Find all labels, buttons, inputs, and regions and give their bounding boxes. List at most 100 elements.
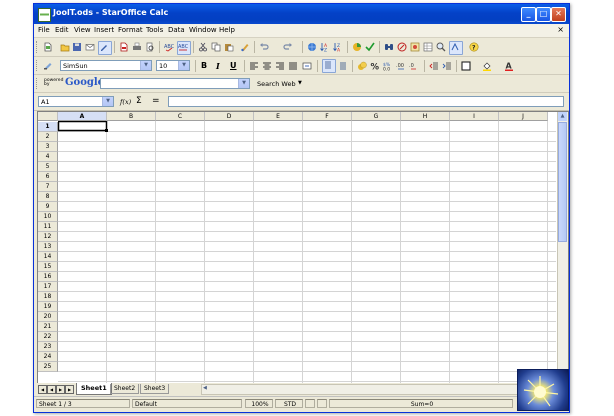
font-name-select[interactable]: SimSun ▼ [60, 60, 152, 71]
zoom-icon[interactable] [436, 42, 446, 52]
sheet-tab-sheet1[interactable]: Sheet1 [76, 383, 112, 395]
print-preview-icon[interactable] [145, 42, 155, 52]
row-header-24[interactable]: 24 [38, 352, 58, 362]
align-left-icon[interactable] [249, 61, 259, 71]
spellcheck-icon[interactable]: ABC [164, 42, 174, 52]
bold-button[interactable]: B [201, 61, 207, 70]
status-selection-mode[interactable]: STD [275, 399, 303, 408]
increase-indent-icon[interactable] [442, 61, 452, 71]
column-header-f[interactable]: F [303, 112, 352, 121]
paste-icon[interactable] [224, 42, 234, 52]
merge-cells-icon[interactable] [302, 61, 312, 71]
formula-input[interactable] [168, 96, 564, 107]
decrease-indent-icon[interactable] [429, 61, 439, 71]
navigator-icon[interactable] [397, 42, 407, 52]
font-size-select[interactable]: 10 ▼ [156, 60, 190, 71]
clone-formatting-icon[interactable] [240, 42, 250, 52]
column-header-a[interactable]: A [58, 112, 107, 121]
chevron-down-icon[interactable]: ▼ [140, 61, 151, 70]
copy-icon[interactable] [211, 42, 221, 52]
column-header-i[interactable]: I [450, 112, 499, 121]
menu-insert[interactable]: Insert [94, 26, 114, 34]
chevron-down-icon[interactable]: ▼ [178, 61, 189, 70]
sheet-tab-sheet2[interactable]: Sheet2 [110, 384, 140, 394]
column-header-b[interactable]: B [107, 112, 156, 121]
align-right-icon[interactable] [275, 61, 285, 71]
function-wizard-icon[interactable]: f(x) [120, 98, 131, 106]
borders-icon[interactable] [461, 61, 471, 71]
insert-chart-icon[interactable] [352, 42, 362, 52]
row-header-22[interactable]: 22 [38, 332, 58, 342]
save-icon[interactable] [72, 42, 82, 52]
title-bar[interactable]: JoolT.ods - StarOffice Calc _ □ ✕ [34, 4, 569, 24]
chevron-down-icon[interactable]: ▼ [102, 97, 113, 106]
font-color-icon[interactable]: A [504, 61, 514, 71]
row-header-12[interactable]: 12 [38, 232, 58, 242]
row-header-7[interactable]: 7 [38, 182, 58, 192]
menu-help[interactable]: Help [219, 26, 235, 34]
redo-icon[interactable] [283, 42, 293, 52]
print-icon[interactable] [132, 42, 142, 52]
row-header-25[interactable]: 25 [38, 362, 58, 372]
undo-icon[interactable] [259, 42, 269, 52]
help-agent-icon[interactable] [449, 41, 463, 55]
export-pdf-icon[interactable] [119, 42, 129, 52]
row-header-16[interactable]: 16 [38, 272, 58, 282]
row-header-19[interactable]: 19 [38, 302, 58, 312]
spreadsheet-grid[interactable]: ABCDEFGHIJ 1 2 3 4 5 6 7 8 9 10 11 12 13 14 15 16 17 18 19… [37, 111, 569, 385]
menu-view[interactable]: View [74, 26, 91, 34]
row-header-20[interactable]: 20 [38, 312, 58, 322]
row-header-13[interactable]: 13 [38, 242, 58, 252]
row-header-5[interactable]: 5 [38, 162, 58, 172]
maximize-button[interactable]: □ [536, 7, 551, 22]
new-document-icon[interactable] [43, 42, 53, 52]
help-icon[interactable]: ? [469, 42, 479, 52]
corner-select-all[interactable] [38, 112, 58, 121]
find-replace-icon[interactable] [384, 42, 394, 52]
scroll-up-icon[interactable]: ▲ [558, 112, 567, 121]
row-header-14[interactable]: 14 [38, 252, 58, 262]
row-header-2[interactable]: 2 [38, 132, 58, 142]
row-header-6[interactable]: 6 [38, 172, 58, 182]
column-header-e[interactable]: E [254, 112, 303, 121]
percent-format-icon[interactable]: % [370, 61, 380, 72]
horizontal-scrollbar[interactable]: ◀ [201, 384, 553, 395]
toolbar-grip[interactable] [36, 78, 40, 89]
background-color-icon[interactable] [482, 61, 492, 71]
autospellcheck-icon[interactable]: ABC [177, 41, 191, 55]
menu-data[interactable]: Data [168, 26, 185, 34]
row-header-17[interactable]: 17 [38, 282, 58, 292]
row-header-8[interactable]: 8 [38, 192, 58, 202]
currency-format-icon[interactable] [357, 61, 367, 71]
menu-file[interactable]: File [38, 26, 50, 34]
scroll-thumb[interactable] [558, 122, 567, 242]
row-header-10[interactable]: 10 [38, 212, 58, 222]
column-header-g[interactable]: G [352, 112, 401, 121]
document-close-icon[interactable]: × [557, 25, 564, 34]
underline-button[interactable]: U [230, 61, 237, 70]
sum-icon[interactable]: Σ [136, 96, 142, 106]
next-sheet-icon[interactable]: ▶ [56, 385, 65, 394]
row-header-21[interactable]: 21 [38, 322, 58, 332]
menu-tools[interactable]: Tools [146, 26, 163, 34]
sort-descending-icon[interactable]: ZA [333, 42, 343, 52]
row-header-3[interactable]: 3 [38, 142, 58, 152]
chevron-down-icon[interactable]: ▼ [238, 79, 249, 88]
status-page-style[interactable]: Default [132, 399, 242, 408]
function-equals-icon[interactable]: = [152, 96, 160, 106]
vertical-scrollbar[interactable]: ▲ [557, 112, 568, 384]
toolbar-grip[interactable] [36, 60, 40, 71]
justify-icon[interactable] [288, 61, 298, 71]
column-header-h[interactable]: H [401, 112, 450, 121]
edit-file-icon[interactable] [98, 41, 112, 55]
menu-edit[interactable]: Edit [55, 26, 69, 34]
delete-decimal-icon[interactable]: .0 [409, 61, 419, 71]
sort-ascending-icon[interactable]: AZ [320, 42, 330, 52]
italic-button[interactable]: I [216, 61, 220, 71]
text-direction-right-icon[interactable] [338, 61, 348, 71]
styles-formatting-icon[interactable] [43, 60, 53, 70]
last-sheet-icon[interactable]: ▶ [65, 385, 74, 394]
checkmark-icon[interactable] [365, 42, 375, 52]
first-sheet-icon[interactable]: ◀ [38, 385, 47, 394]
status-zoom[interactable]: 100% [245, 399, 273, 408]
